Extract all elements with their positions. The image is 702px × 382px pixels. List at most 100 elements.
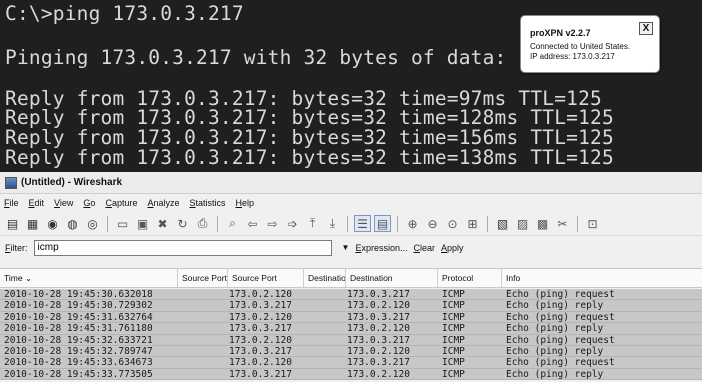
- column-header-info[interactable]: Info: [502, 269, 702, 287]
- find-packet-icon[interactable]: ⌕: [224, 215, 241, 232]
- interfaces-icon[interactable]: ▤: [4, 215, 21, 232]
- filter-input[interactable]: [33, 239, 332, 256]
- expression-button[interactable]: Expression...: [355, 243, 407, 253]
- table-row[interactable]: 2010-10-28 19:45:33.634673 173.0.2.120 1…: [0, 357, 702, 369]
- restart-capture-icon[interactable]: ◎: [84, 215, 101, 232]
- preferences-icon[interactable]: ✂: [554, 215, 571, 232]
- start-capture-icon[interactable]: ◉: [44, 215, 61, 232]
- cell-time: 2010-10-28 19:45:31.632764: [4, 311, 153, 323]
- save-file-icon[interactable]: ▣: [134, 215, 151, 232]
- cell-time: 2010-10-28 19:45:33.773505: [4, 368, 153, 380]
- resize-columns-icon[interactable]: ⊞: [464, 215, 481, 232]
- menu-statistics[interactable]: Statistics: [190, 198, 226, 208]
- zoom-normal-icon[interactable]: ⊙: [444, 215, 461, 232]
- menu-file[interactable]: File: [4, 198, 19, 208]
- cell-source: 173.0.3.217: [229, 323, 292, 335]
- packet-list: 2010-10-28 19:45:30.632018 173.0.2.120 1…: [0, 289, 702, 381]
- cell-time: 2010-10-28 19:45:30.632018: [4, 289, 153, 300]
- go-back-icon[interactable]: ⇦: [244, 215, 261, 232]
- cell-destination: 173.0.2.120: [347, 300, 410, 312]
- cell-destination: 173.0.2.120: [347, 323, 410, 335]
- cell-time: 2010-10-28 19:45:32.789747: [4, 345, 153, 357]
- auto-scroll-icon[interactable]: ▤: [374, 215, 391, 232]
- cell-protocol: ICMP: [442, 334, 465, 346]
- vpn-popup-title: proXPN v2.2.7: [530, 28, 591, 38]
- console-reply-line: Reply from 173.0.3.217: bytes=32 time=15…: [5, 126, 614, 149]
- print-icon[interactable]: ⎙: [194, 215, 211, 232]
- open-file-icon[interactable]: ▭: [114, 215, 131, 232]
- stop-capture-icon[interactable]: ◍: [64, 215, 81, 232]
- window-title: (Untitled) - Wireshark: [21, 177, 123, 188]
- go-forward-icon[interactable]: ⇨: [264, 215, 281, 232]
- cell-source: 173.0.3.217: [229, 300, 292, 312]
- vpn-status-message: Connected to United States.: [530, 42, 631, 51]
- menu-go[interactable]: Go: [83, 198, 95, 208]
- menu-edit[interactable]: Edit: [29, 198, 45, 208]
- cell-protocol: ICMP: [442, 357, 465, 369]
- menu-view[interactable]: View: [54, 198, 73, 208]
- column-header-time[interactable]: Time ⌄: [0, 269, 178, 287]
- zoom-out-icon[interactable]: ⊖: [424, 215, 441, 232]
- go-first-packet-icon[interactable]: ⤒: [304, 215, 321, 232]
- close-file-icon[interactable]: ✖: [154, 215, 171, 232]
- column-header-source-port-2[interactable]: Source Port: [228, 269, 304, 287]
- menu-help[interactable]: Help: [236, 198, 255, 208]
- toolbar-separator: [487, 215, 488, 232]
- menu-capture[interactable]: Capture: [105, 198, 137, 208]
- cell-info: Echo (ping) request: [506, 357, 615, 369]
- column-header-protocol[interactable]: Protocol: [438, 269, 502, 287]
- cell-source: 173.0.2.120: [229, 289, 292, 300]
- toolbar-separator: [397, 215, 398, 232]
- table-row[interactable]: 2010-10-28 19:45:30.632018 173.0.2.120 1…: [0, 289, 702, 301]
- capture-filters-icon[interactable]: ▧: [494, 215, 511, 232]
- cell-info: Echo (ping) request: [506, 311, 615, 323]
- menu-bar: File Edit View Go Capture Analyze Statis…: [0, 194, 702, 212]
- table-row[interactable]: 2010-10-28 19:45:32.633721 173.0.2.120 1…: [0, 334, 702, 346]
- cell-info: Echo (ping) request: [506, 334, 615, 346]
- help-icon[interactable]: ⊡: [584, 215, 601, 232]
- column-header-destination-1[interactable]: Destination: [304, 269, 346, 287]
- toolbar-separator: [217, 215, 218, 232]
- go-last-packet-icon[interactable]: ⤓: [324, 215, 341, 232]
- toolbar-separator: [577, 215, 578, 232]
- column-header-destination-2[interactable]: Destination: [346, 269, 438, 287]
- coloring-rules-icon[interactable]: ▩: [534, 215, 551, 232]
- cell-info: Echo (ping) reply: [506, 368, 604, 380]
- table-row[interactable]: 2010-10-28 19:45:33.773505 173.0.3.217 1…: [0, 368, 702, 381]
- cell-info: Echo (ping) reply: [506, 300, 604, 312]
- cell-time: 2010-10-28 19:45:32.633721: [4, 334, 153, 346]
- title-bar: (Untitled) - Wireshark: [0, 172, 702, 194]
- close-icon[interactable]: X: [639, 22, 653, 35]
- menu-analyze[interactable]: Analyze: [147, 198, 179, 208]
- table-row[interactable]: 2010-10-28 19:45:31.761180 173.0.3.217 1…: [0, 323, 702, 335]
- apply-button[interactable]: Apply: [441, 243, 464, 253]
- reload-icon[interactable]: ↻: [174, 215, 191, 232]
- display-filters-icon[interactable]: ▨: [514, 215, 531, 232]
- column-header-source-port-1[interactable]: Source Port: [178, 269, 228, 287]
- cell-protocol: ICMP: [442, 368, 465, 380]
- cell-info: Echo (ping) reply: [506, 323, 604, 335]
- table-row[interactable]: 2010-10-28 19:45:32.789747 173.0.3.217 1…: [0, 345, 702, 358]
- cell-destination: 173.0.3.217: [347, 311, 410, 323]
- capture-options-icon[interactable]: ▦: [24, 215, 41, 232]
- zoom-in-icon[interactable]: ⊕: [404, 215, 421, 232]
- clear-button[interactable]: Clear: [413, 243, 435, 253]
- cell-source: 173.0.3.217: [229, 368, 292, 380]
- table-row[interactable]: 2010-10-28 19:45:30.729302 173.0.3.217 1…: [0, 300, 702, 312]
- filter-label: Filter:: [5, 242, 28, 253]
- cell-source: 173.0.2.120: [229, 357, 292, 369]
- cell-protocol: ICMP: [442, 300, 465, 312]
- console-reply-line: Reply from 173.0.3.217: bytes=32 time=13…: [5, 146, 614, 169]
- cell-destination: 173.0.3.217: [347, 289, 410, 300]
- console-reply-line: Reply from 173.0.3.217: bytes=32 time=12…: [5, 106, 614, 129]
- cell-source: 173.0.2.120: [229, 311, 292, 323]
- console-prompt-line: C:\>ping 173.0.3.217: [5, 2, 244, 25]
- table-row[interactable]: 2010-10-28 19:45:31.632764 173.0.2.120 1…: [0, 311, 702, 324]
- vpn-ip-message: IP address: 173.0.3.217: [530, 52, 615, 61]
- vpn-notification-popup: proXPN v2.2.7 X Connected to United Stat…: [520, 15, 660, 73]
- cell-source: 173.0.2.120: [229, 334, 292, 346]
- chevron-down-icon[interactable]: ▼: [342, 243, 350, 252]
- cell-info: Echo (ping) request: [506, 289, 615, 300]
- go-to-packet-icon[interactable]: ➩: [284, 215, 301, 232]
- colorize-icon[interactable]: ☰: [354, 215, 371, 232]
